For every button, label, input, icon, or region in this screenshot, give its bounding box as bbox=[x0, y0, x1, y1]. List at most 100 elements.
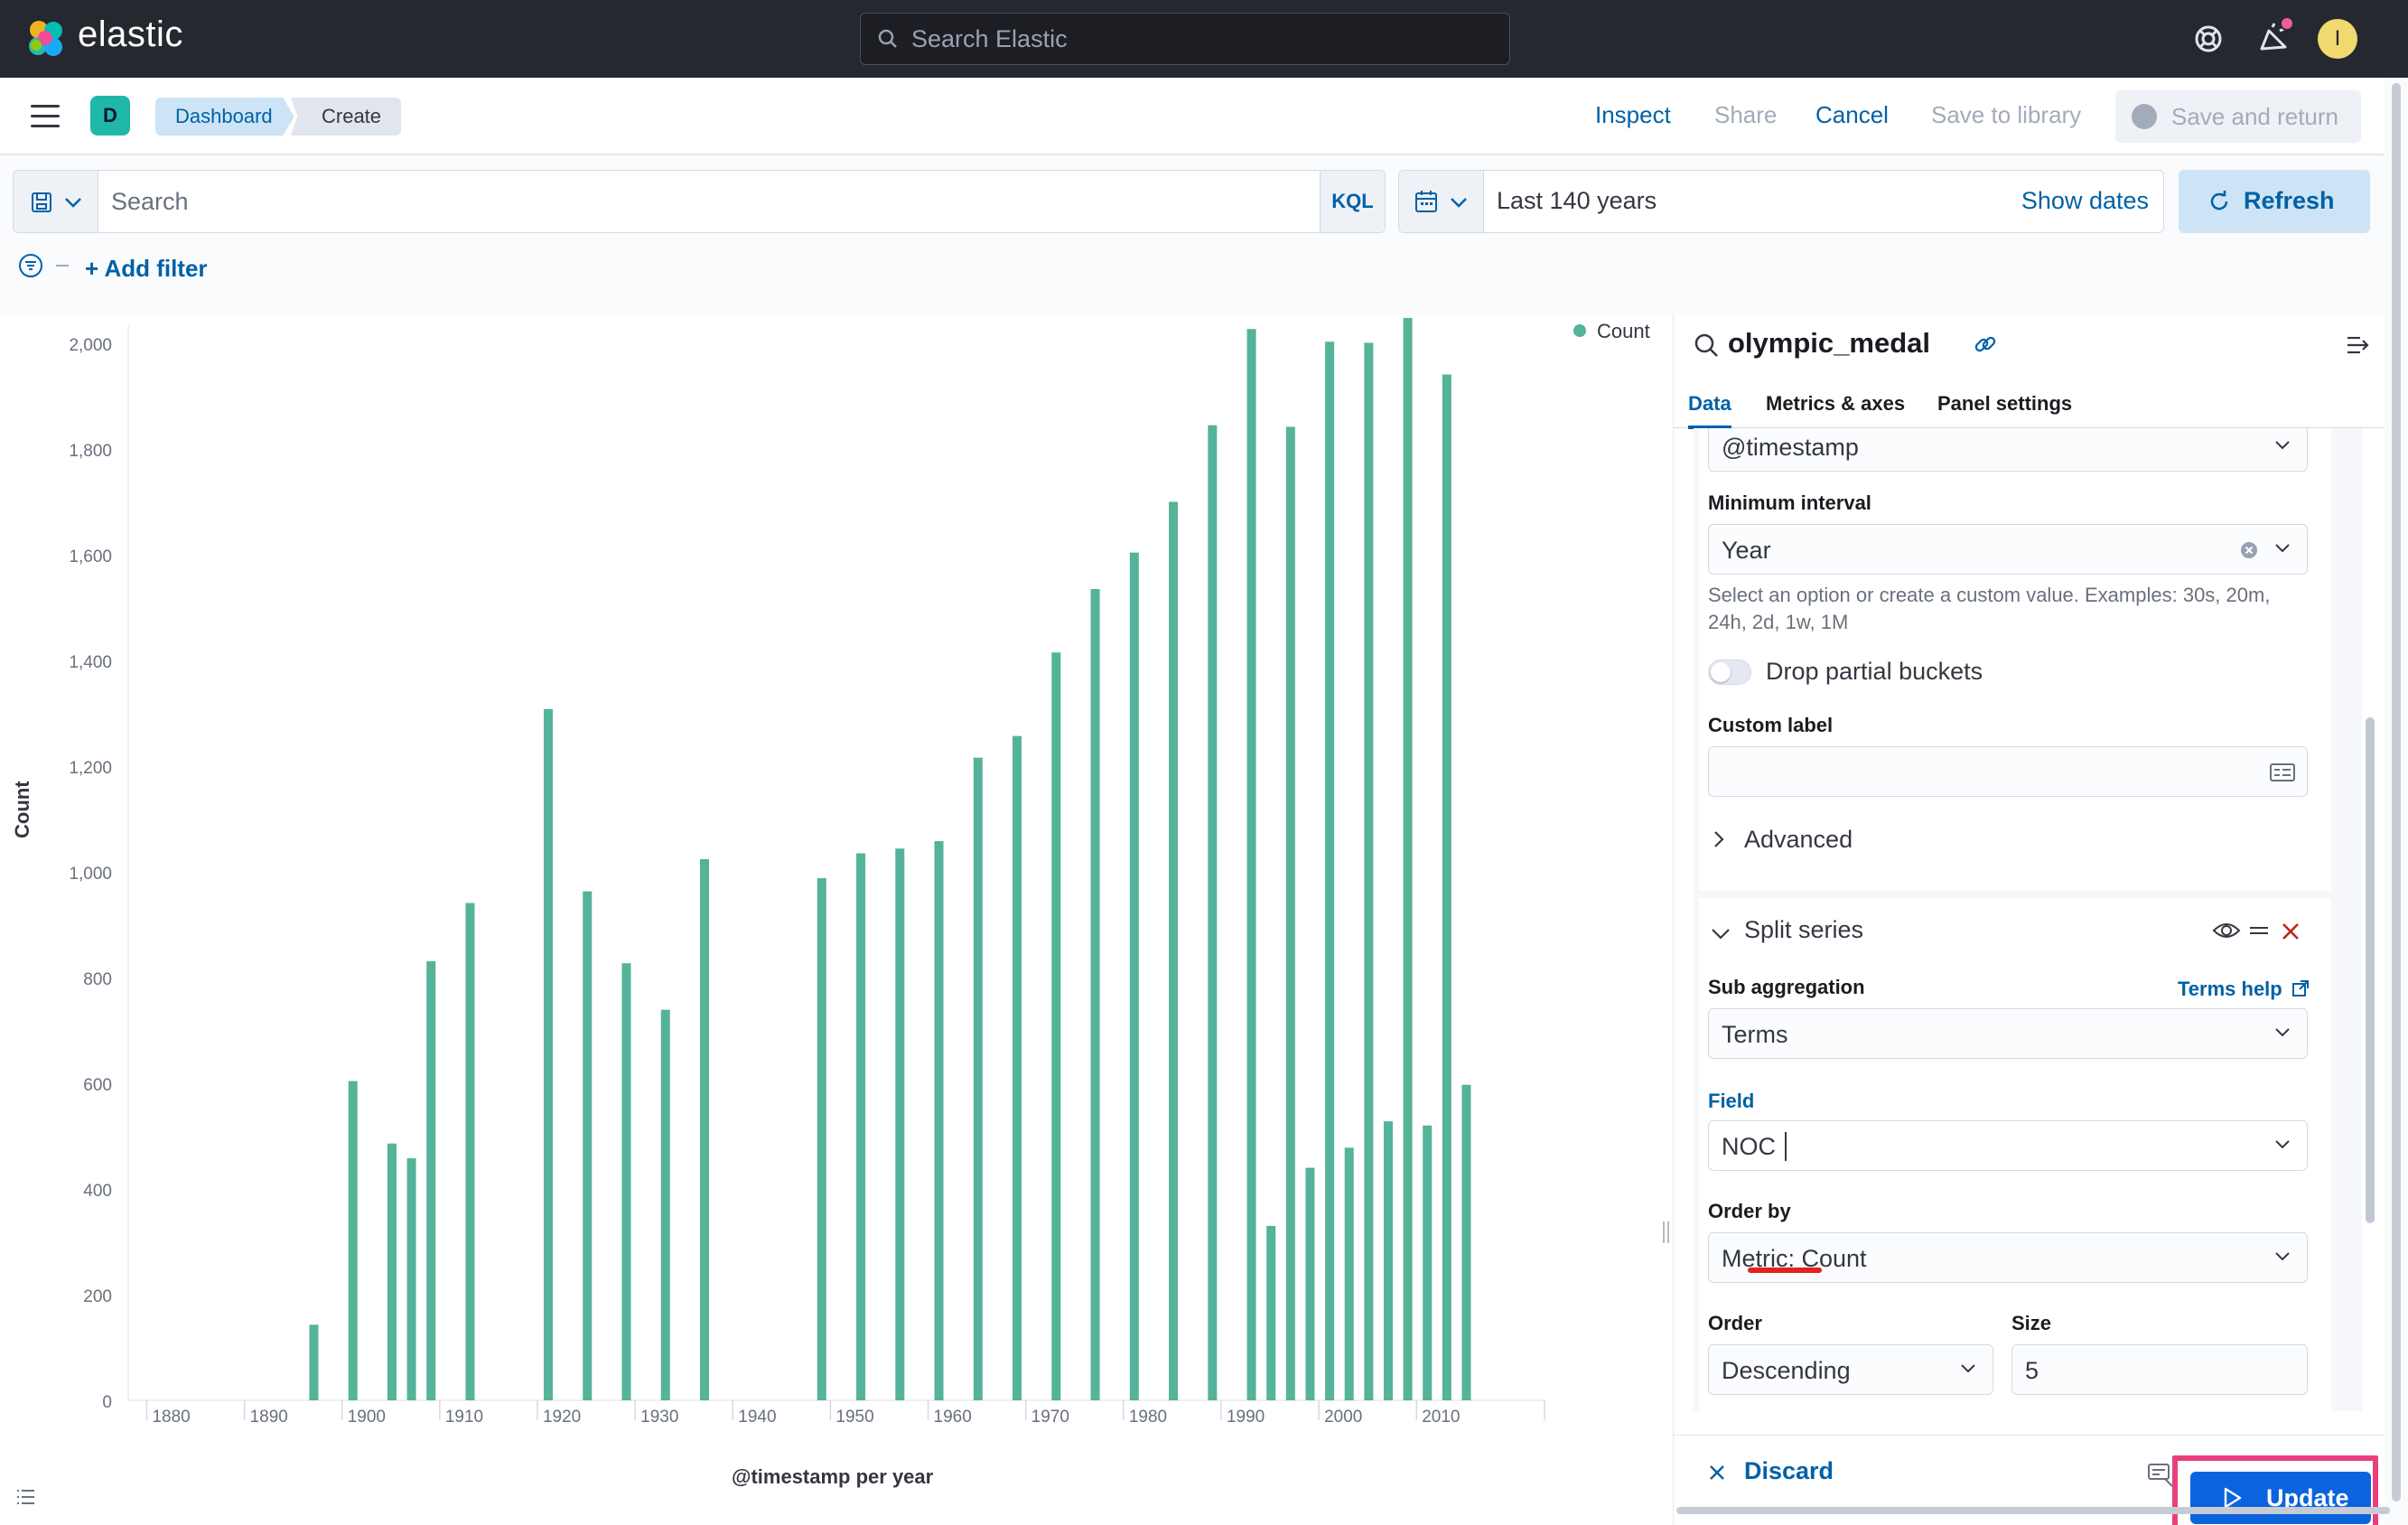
elastic-logo-icon[interactable] bbox=[25, 18, 67, 60]
chart-bar bbox=[1208, 425, 1218, 1400]
app-toolbar: D Dashboard Create Inspect Share Cancel … bbox=[0, 78, 2385, 155]
y-tick-label: 1,800 bbox=[69, 442, 112, 461]
chart-bar bbox=[1344, 1147, 1354, 1400]
space-avatar[interactable]: D bbox=[90, 96, 130, 136]
chart-bar bbox=[348, 1081, 358, 1400]
advanced-toggle[interactable]: Advanced bbox=[1744, 826, 1853, 854]
order-label: Order bbox=[1708, 1312, 1762, 1334]
chevron-down-icon bbox=[1451, 198, 1467, 208]
chart-bar bbox=[1305, 1167, 1315, 1400]
user-avatar[interactable]: I bbox=[2318, 19, 2357, 59]
y-tick-label: 200 bbox=[83, 1287, 112, 1306]
field-combobox[interactable]: NOC bbox=[1708, 1120, 2308, 1171]
popout-icon[interactable] bbox=[2291, 979, 2310, 997]
show-dates-link[interactable]: Show dates bbox=[2021, 187, 2149, 215]
query-language-button[interactable]: KQL bbox=[1320, 171, 1385, 232]
auto-apply-icon[interactable] bbox=[2147, 1461, 2174, 1488]
date-field-select[interactable]: @timestamp bbox=[1708, 428, 2308, 472]
y-tick-label: 1,000 bbox=[69, 865, 112, 884]
panel-resize-handle[interactable] bbox=[1662, 1220, 1671, 1245]
y-tick-label: 400 bbox=[83, 1182, 112, 1201]
order-select[interactable]: Descending bbox=[1708, 1344, 1993, 1395]
inspect-link[interactable]: Inspect bbox=[1595, 101, 1671, 129]
page-scrollbar[interactable] bbox=[2385, 78, 2408, 1525]
chart-bar bbox=[387, 1143, 397, 1400]
chevron-down-icon bbox=[2275, 1140, 2290, 1149]
save-icon bbox=[32, 192, 51, 212]
chart-bar bbox=[1169, 501, 1179, 1400]
saved-query-menu[interactable] bbox=[14, 171, 98, 232]
chart-legend[interactable]: Count bbox=[1573, 320, 1650, 343]
sub-aggregation-select[interactable]: Terms bbox=[1708, 1008, 2308, 1059]
global-search-input[interactable] bbox=[911, 21, 1489, 57]
tab-data[interactable]: Data bbox=[1688, 392, 1731, 429]
panel-scrollbar[interactable] bbox=[2366, 717, 2375, 1223]
chart-bar bbox=[1461, 1084, 1471, 1400]
order-by-select[interactable]: Metric: Count bbox=[1708, 1232, 2308, 1283]
search-icon bbox=[878, 29, 897, 48]
save-to-library-link[interactable]: Save to library bbox=[1931, 101, 2081, 129]
size-input[interactable]: 5 bbox=[2011, 1344, 2308, 1395]
breadcrumb-dashboard[interactable]: Dashboard bbox=[155, 98, 294, 136]
check-icon bbox=[2132, 104, 2157, 129]
close-icon bbox=[1710, 1465, 1724, 1480]
min-interval-value: Year bbox=[1722, 537, 1771, 564]
token-icon bbox=[2270, 763, 2295, 781]
quick-select-menu[interactable] bbox=[1399, 171, 1484, 232]
help-icon[interactable] bbox=[2189, 20, 2227, 58]
custom-label-input[interactable] bbox=[1708, 746, 2308, 797]
legend-label: Count bbox=[1597, 320, 1650, 342]
chevron-right-icon[interactable] bbox=[1712, 829, 1726, 849]
remove-icon[interactable] bbox=[2281, 922, 2301, 941]
collapse-panel-icon[interactable] bbox=[2346, 334, 2371, 356]
date-picker[interactable]: Last 140 years Show dates bbox=[1398, 170, 2164, 233]
chart-bar bbox=[1325, 341, 1335, 1400]
drop-partial-toggle[interactable] bbox=[1708, 660, 1751, 685]
field-input-value[interactable]: NOC bbox=[1722, 1133, 1776, 1161]
query-search[interactable]: KQL bbox=[13, 170, 1386, 233]
chart-bar bbox=[583, 891, 593, 1400]
x-tick-label: 1980 bbox=[1129, 1408, 1167, 1427]
save-and-return-button[interactable]: Save and return bbox=[2115, 90, 2361, 143]
chart-bar bbox=[973, 757, 983, 1400]
refresh-button[interactable]: Refresh bbox=[2179, 170, 2370, 233]
add-filter-button[interactable]: + Add filter bbox=[85, 255, 208, 283]
share-link[interactable]: Share bbox=[1714, 101, 1777, 129]
order-by-label: Order by bbox=[1708, 1200, 1791, 1222]
menu-icon[interactable] bbox=[31, 105, 60, 128]
link-icon[interactable] bbox=[1972, 331, 1999, 358]
x-tick-label: 1970 bbox=[1031, 1408, 1069, 1427]
update-button[interactable]: Update bbox=[2190, 1472, 2371, 1524]
y-tick-label: 1,400 bbox=[69, 653, 112, 672]
time-range-label[interactable]: Last 140 years bbox=[1497, 187, 1657, 215]
list-icon[interactable] bbox=[14, 1485, 38, 1509]
global-search[interactable] bbox=[860, 13, 1510, 65]
tab-panel-settings[interactable]: Panel settings bbox=[1937, 392, 2072, 416]
y-tick-label: 1,200 bbox=[69, 759, 112, 778]
cancel-link[interactable]: Cancel bbox=[1815, 101, 1889, 129]
y-tick-label: 600 bbox=[83, 1076, 112, 1095]
x-tick-label: 1990 bbox=[1227, 1408, 1265, 1427]
split-series-title: Split series bbox=[1744, 916, 1864, 943]
breadcrumb-create: Create bbox=[291, 98, 402, 136]
legend-swatch bbox=[1573, 324, 1586, 337]
chevron-down-icon[interactable] bbox=[1710, 927, 1731, 941]
editor-panel: olympic_medal Data Metrics & axes Panel … bbox=[1673, 314, 2385, 1525]
page-scrollbar-thumb[interactable] bbox=[2392, 83, 2401, 1502]
eye-icon[interactable] bbox=[2212, 920, 2241, 941]
chevron-down-icon bbox=[1961, 1364, 1975, 1373]
clear-icon[interactable] bbox=[2240, 541, 2258, 559]
terms-help-link[interactable]: Terms help bbox=[2178, 978, 2282, 1001]
min-interval-help: Select an option or create a custom valu… bbox=[1708, 584, 2271, 633]
save-and-return-label: Save and return bbox=[2171, 103, 2339, 130]
y-tick-label: 800 bbox=[83, 970, 112, 989]
query-search-input[interactable] bbox=[111, 183, 1285, 220]
chevron-down-icon bbox=[2275, 441, 2290, 450]
horizontal-scrollbar[interactable] bbox=[1676, 1507, 2390, 1514]
chart-bar bbox=[1442, 374, 1451, 1400]
chart-bar bbox=[1285, 426, 1295, 1401]
drag-handle-icon[interactable] bbox=[2248, 922, 2270, 940]
min-interval-select[interactable]: Year bbox=[1708, 524, 2308, 575]
tab-metrics-axes[interactable]: Metrics & axes bbox=[1766, 392, 1905, 416]
filter-menu-icon[interactable] bbox=[18, 253, 72, 278]
